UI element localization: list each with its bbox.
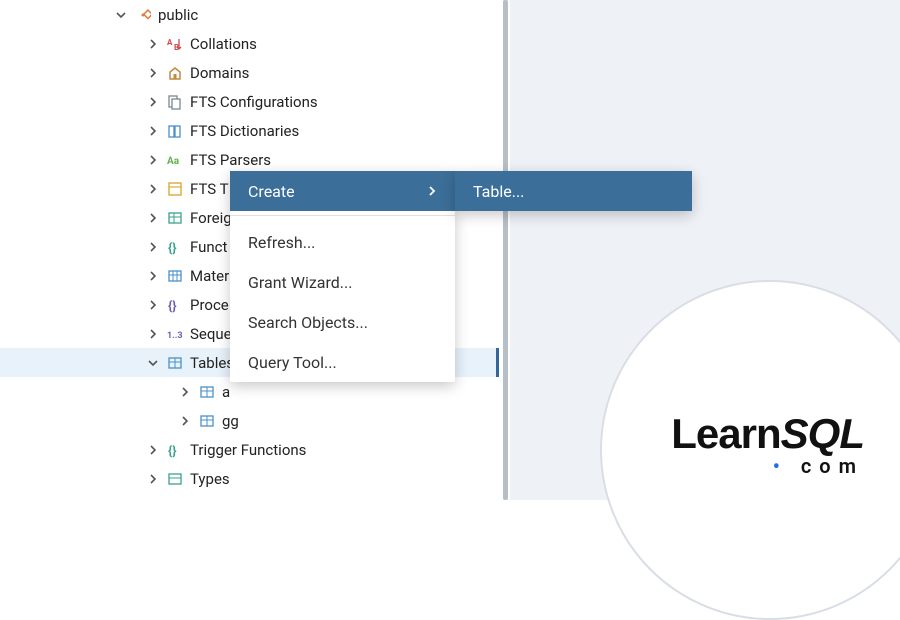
- tree-node-trigger-functions[interactable]: {} Trigger Functions: [0, 435, 499, 464]
- tables-icon: [166, 354, 184, 372]
- chevron-right-icon[interactable]: [146, 213, 160, 223]
- chevron-down-icon[interactable]: [146, 358, 160, 368]
- svg-text:{}: {}: [168, 299, 177, 313]
- tree-node-label: a: [222, 383, 230, 401]
- tree-node-label: FTS T: [190, 180, 229, 198]
- context-menu-item-label: Search Objects...: [248, 313, 368, 332]
- logo-text: LearnSQL: [671, 410, 864, 458]
- matviews-icon: [166, 267, 184, 285]
- procedures-icon: {}: [166, 296, 184, 314]
- context-menu-item-search-objects[interactable]: Search Objects...: [230, 302, 455, 342]
- fts-parsers-icon: Aa: [166, 151, 184, 169]
- table-icon: [198, 383, 216, 401]
- tree-node-label: Proce: [190, 296, 229, 314]
- tree-node-schema-public[interactable]: public: [0, 0, 499, 29]
- tree-node-label: Mater: [190, 267, 229, 285]
- fts-templates-icon: [166, 180, 184, 198]
- chevron-right-icon[interactable]: [146, 271, 160, 281]
- chevron-right-icon[interactable]: [146, 155, 160, 165]
- collations-icon: AB: [166, 35, 184, 53]
- svg-text:A: A: [167, 38, 173, 47]
- chevron-right-icon[interactable]: [146, 300, 160, 310]
- brand-logo: LearnSQL • com: [671, 410, 864, 478]
- context-menu-item-grant-wizard[interactable]: Grant Wizard...: [230, 262, 455, 302]
- tree-node-label: Tables: [190, 354, 234, 372]
- tree-node-types[interactable]: Types: [0, 464, 499, 493]
- tree-node-fts-configurations[interactable]: FTS Configurations: [0, 87, 499, 116]
- context-menu-separator: [230, 215, 455, 216]
- context-menu-item-query-tool[interactable]: Query Tool...: [230, 342, 455, 382]
- schema-icon: [134, 6, 152, 24]
- context-menu-item-create[interactable]: Create: [230, 171, 455, 211]
- functions-icon: {}: [166, 238, 184, 256]
- chevron-right-icon[interactable]: [146, 242, 160, 252]
- foreign-tables-icon: [166, 209, 184, 227]
- context-menu-item-refresh[interactable]: Refresh...: [230, 222, 455, 262]
- chevron-right-icon[interactable]: [146, 97, 160, 107]
- tree-node-label: FTS Parsers: [190, 151, 271, 169]
- context-submenu-item-table[interactable]: Table...: [455, 171, 692, 211]
- chevron-right-icon[interactable]: [146, 329, 160, 339]
- tree-node-label: FTS Dictionaries: [190, 122, 299, 140]
- chevron-right-icon[interactable]: [178, 416, 192, 426]
- fts-dict-icon: [166, 122, 184, 140]
- chevron-right-icon[interactable]: [146, 445, 160, 455]
- chevron-right-icon[interactable]: [178, 387, 192, 397]
- trigger-functions-icon: {}: [166, 441, 184, 459]
- tree-node-label: Types: [190, 470, 230, 488]
- context-menu: Create Refresh... Grant Wizard... Search…: [230, 171, 455, 382]
- sequences-icon: 1..3: [166, 325, 184, 343]
- domains-icon: [166, 64, 184, 82]
- table-icon: [198, 412, 216, 430]
- tree-node-label: public: [158, 6, 198, 24]
- context-submenu-item-label: Table...: [473, 182, 524, 201]
- tree-node-collations[interactable]: AB Collations: [0, 29, 499, 58]
- chevron-right-icon: [427, 186, 437, 196]
- chevron-down-icon[interactable]: [114, 10, 128, 20]
- context-menu-item-label: Grant Wizard...: [248, 273, 352, 292]
- svg-text:Aa: Aa: [167, 156, 180, 167]
- tree-node-label: Trigger Functions: [190, 441, 306, 459]
- tree-node-label: gg: [222, 412, 239, 430]
- chevron-right-icon[interactable]: [146, 126, 160, 136]
- svg-text:{}: {}: [168, 444, 177, 458]
- tree-node-label: Seque: [190, 325, 232, 343]
- fts-config-icon: [166, 93, 184, 111]
- types-icon: [166, 470, 184, 488]
- chevron-right-icon[interactable]: [146, 39, 160, 49]
- tree-node-label: Funct: [190, 238, 227, 256]
- chevron-right-icon[interactable]: [146, 184, 160, 194]
- tree-node-label: FTS Configurations: [190, 93, 318, 111]
- tree-node-fts-parsers[interactable]: Aa FTS Parsers: [0, 145, 499, 174]
- tree-node-domains[interactable]: Domains: [0, 58, 499, 87]
- pane-divider[interactable]: [499, 0, 510, 500]
- svg-text:{}: {}: [168, 241, 177, 255]
- tree-node-label: Collations: [190, 35, 257, 53]
- tree-node-label: Domains: [190, 64, 249, 82]
- tree-node-table-gg[interactable]: gg: [0, 406, 499, 435]
- context-menu-item-label: Create: [248, 182, 295, 201]
- chevron-right-icon[interactable]: [146, 474, 160, 484]
- tree-node-fts-dictionaries[interactable]: FTS Dictionaries: [0, 116, 499, 145]
- tree-node-label: Foreig: [190, 209, 232, 227]
- context-menu-item-label: Refresh...: [248, 233, 315, 252]
- svg-text:1..3: 1..3: [167, 331, 183, 341]
- chevron-right-icon[interactable]: [146, 68, 160, 78]
- context-menu-item-label: Query Tool...: [248, 353, 337, 372]
- context-submenu: Table...: [455, 171, 692, 211]
